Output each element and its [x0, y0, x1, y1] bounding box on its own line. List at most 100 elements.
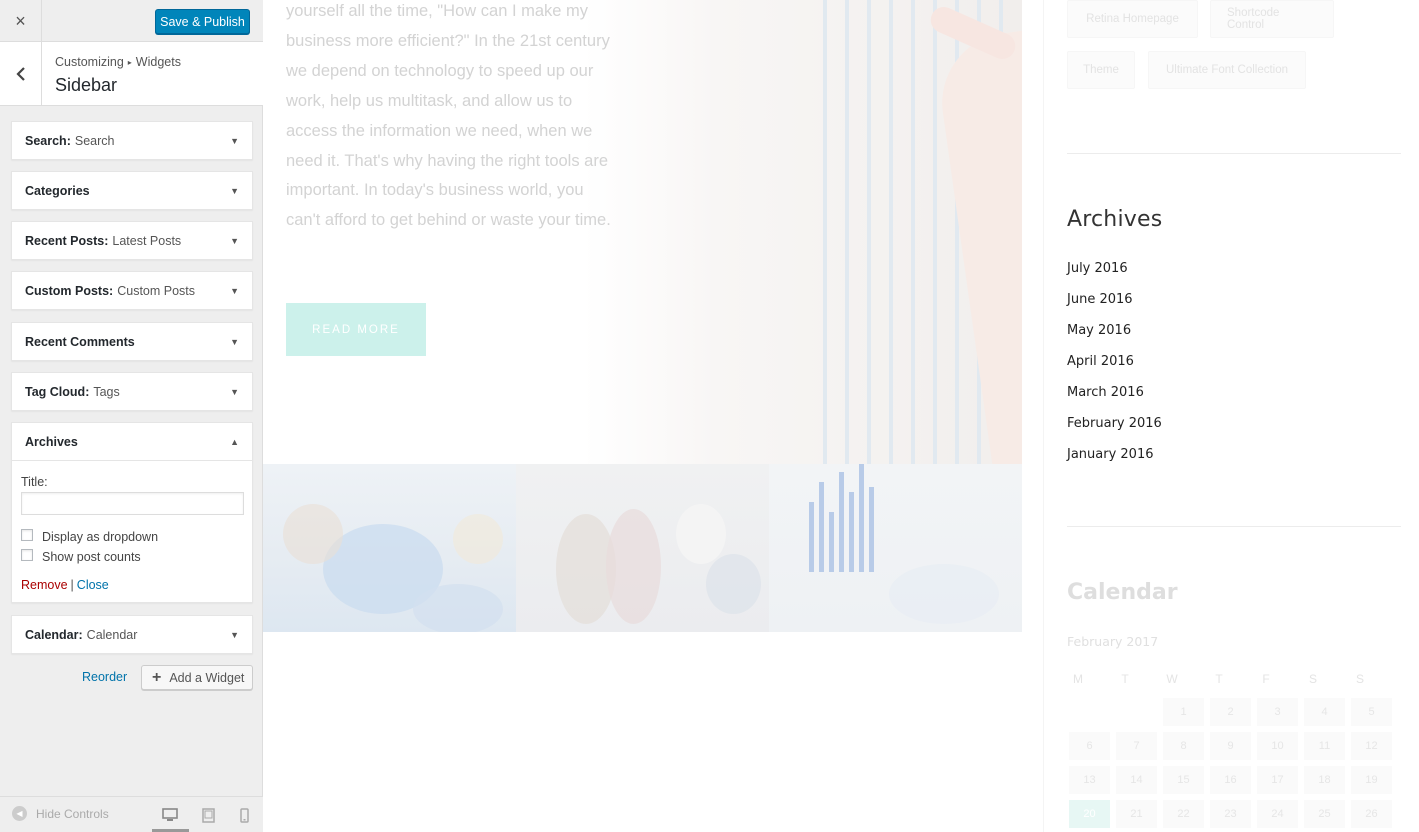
breadcrumb: Customizing ▸ Widgets: [55, 55, 181, 69]
reorder-link[interactable]: Reorder: [82, 670, 127, 684]
calendar-day[interactable]: 17: [1257, 766, 1298, 794]
calendar-day-name: S: [1308, 672, 1317, 686]
calendar-day[interactable]: 12: [1351, 732, 1392, 760]
calendar-today[interactable]: 20: [1069, 800, 1110, 828]
tag-link[interactable]: Retina Homepage: [1067, 0, 1198, 38]
calendar-heading: Calendar: [1067, 580, 1178, 605]
widget-recent-comments: Recent Comments ▼: [11, 322, 253, 361]
calendar-day[interactable]: 14: [1116, 766, 1157, 794]
widget-header[interactable]: Archives ▲: [12, 423, 252, 460]
calendar-day[interactable]: 24: [1257, 800, 1298, 828]
collapse-arrow-icon[interactable]: ▲: [230, 437, 239, 447]
widget-name: Calendar: [25, 627, 79, 642]
widget-name: Categories: [25, 183, 90, 198]
calendar-day[interactable]: 9: [1210, 732, 1251, 760]
section-title: Sidebar: [55, 75, 118, 95]
widget-instance-title: Search: [74, 133, 115, 148]
calendar-day[interactable]: 26: [1351, 800, 1392, 828]
close-link[interactable]: Close: [77, 578, 109, 592]
preview-sidebar: Retina Homepage Shortcode Control Theme …: [1043, 0, 1419, 832]
calendar-day[interactable]: 6: [1069, 732, 1110, 760]
calendar-day[interactable]: 11: [1304, 732, 1345, 760]
tag-link[interactable]: Ultimate Font Collection: [1148, 51, 1306, 89]
desktop-preview-button[interactable]: [160, 805, 180, 825]
widget-name: Tag Cloud: [25, 384, 86, 399]
archive-link[interactable]: July 2016: [1067, 261, 1128, 276]
archive-link[interactable]: January 2016: [1067, 447, 1154, 462]
expand-arrow-icon[interactable]: ▼: [230, 186, 239, 196]
calendar-day[interactable]: 15: [1163, 766, 1204, 794]
expand-arrow-icon[interactable]: ▼: [230, 337, 239, 347]
archive-link[interactable]: February 2016: [1067, 416, 1162, 431]
title-input[interactable]: [21, 492, 244, 515]
calendar-day[interactable]: 23: [1210, 800, 1251, 828]
widget-search: Search: Search ▼: [11, 121, 253, 160]
calendar-day[interactable]: 3: [1257, 698, 1298, 726]
calendar-day[interactable]: 25: [1304, 800, 1345, 828]
widget-header[interactable]: Custom Posts: Custom Posts ▼: [12, 272, 252, 309]
archive-link[interactable]: June 2016: [1067, 292, 1133, 307]
widget-header[interactable]: Calendar: Calendar ▼: [12, 616, 252, 653]
gallery-image-chart[interactable]: [769, 464, 1022, 632]
calendar-day[interactable]: 8: [1163, 732, 1204, 760]
tag-link[interactable]: Shortcode Control: [1210, 0, 1334, 38]
hero-image: [583, 0, 1022, 464]
widget-name: Custom Posts: [25, 283, 110, 298]
separator: |: [70, 578, 74, 592]
back-button[interactable]: [0, 42, 42, 105]
title-label: Title:: [21, 475, 48, 489]
remove-link[interactable]: Remove: [21, 578, 68, 592]
widget-header[interactable]: Categories ▼: [12, 172, 252, 209]
widget-header[interactable]: Recent Posts: Latest Posts ▼: [12, 222, 252, 259]
divider: [1067, 526, 1401, 527]
tablet-preview-button[interactable]: [198, 805, 218, 825]
calendar-day[interactable]: 21: [1116, 800, 1157, 828]
mobile-preview-button[interactable]: [234, 805, 254, 825]
calendar-day[interactable]: 7: [1116, 732, 1157, 760]
archive-link[interactable]: March 2016: [1067, 385, 1144, 400]
desktop-icon: [162, 808, 178, 821]
calendar-day[interactable]: 13: [1069, 766, 1110, 794]
calendar-day[interactable]: 16: [1210, 766, 1251, 794]
gallery-image-meeting[interactable]: [263, 464, 516, 632]
save-publish-button[interactable]: Save & Publish: [155, 9, 250, 34]
dropdown-option: Display as dropdown: [21, 528, 243, 546]
calendar-day[interactable]: 19: [1351, 766, 1392, 794]
image-gallery: [263, 464, 1022, 632]
expand-arrow-icon[interactable]: ▼: [230, 286, 239, 296]
calendar-day[interactable]: 4: [1304, 698, 1345, 726]
widget-custom-posts: Custom Posts: Custom Posts ▼: [11, 271, 253, 310]
gallery-image-team[interactable]: [516, 464, 769, 632]
calendar-day[interactable]: 10: [1257, 732, 1298, 760]
read-more-button[interactable]: READ MORE: [286, 303, 426, 356]
divider: [1067, 153, 1401, 154]
widget-header[interactable]: Search: Search ▼: [12, 122, 252, 159]
tablet-icon: [201, 807, 215, 823]
post-counts-option: Show post counts: [21, 548, 243, 566]
expand-arrow-icon[interactable]: ▼: [230, 136, 239, 146]
hide-controls-button[interactable]: ◀ Hide Controls: [12, 806, 109, 821]
archive-link[interactable]: May 2016: [1067, 323, 1131, 338]
archive-link[interactable]: April 2016: [1067, 354, 1134, 369]
expand-arrow-icon[interactable]: ▼: [230, 630, 239, 640]
add-widget-button[interactable]: + Add a Widget: [141, 665, 253, 690]
widget-header[interactable]: Recent Comments ▼: [12, 323, 252, 360]
customizer-header: × Save & Publish: [0, 0, 263, 42]
dropdown-checkbox[interactable]: [21, 529, 33, 541]
widget-header[interactable]: Tag Cloud: Tags ▼: [12, 373, 252, 410]
calendar-day[interactable]: 1: [1163, 698, 1204, 726]
customizer-panel: × Save & Publish Customizing ▸ Widgets Sid…: [0, 0, 263, 832]
post-counts-checkbox[interactable]: [21, 549, 33, 561]
breadcrumb-separator-icon: ▸: [127, 58, 132, 67]
expand-arrow-icon[interactable]: ▼: [230, 387, 239, 397]
calendar-day[interactable]: 18: [1304, 766, 1345, 794]
hero-paragraph: yourself all the time, "How can I make m…: [286, 2, 611, 230]
calendar-day[interactable]: 5: [1351, 698, 1392, 726]
close-customizer-button[interactable]: ×: [0, 0, 42, 42]
tag-link[interactable]: Theme: [1067, 51, 1135, 89]
expand-arrow-icon[interactable]: ▼: [230, 236, 239, 246]
mobile-icon: [239, 807, 249, 823]
calendar-day[interactable]: 2: [1210, 698, 1251, 726]
calendar-day-name: F: [1262, 672, 1270, 686]
calendar-day[interactable]: 22: [1163, 800, 1204, 828]
